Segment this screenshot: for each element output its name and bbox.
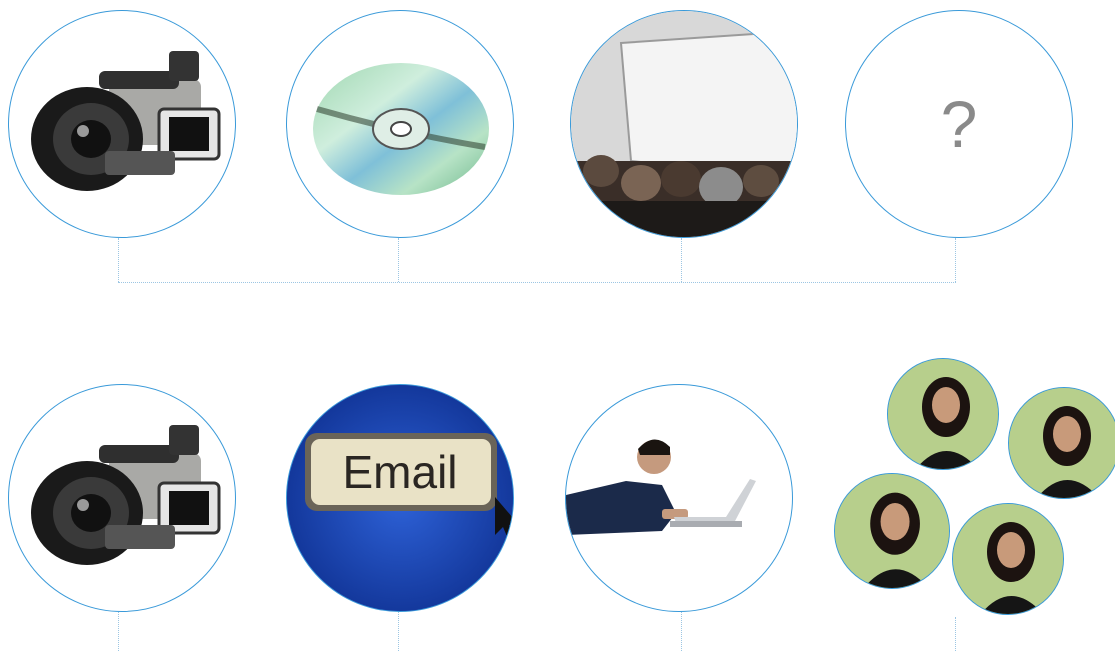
laptop-man-circle <box>565 384 793 612</box>
man-with-laptop-icon <box>566 439 756 535</box>
presentation-circle <box>570 10 798 238</box>
camcorder-circle-top <box>8 10 236 238</box>
dvd-circle <box>286 10 514 238</box>
question-circle: ? <box>845 10 1073 238</box>
question-mark-icon: ? <box>940 87 978 161</box>
audience-member-3 <box>834 473 950 589</box>
camcorder-circle-bottom <box>8 384 236 612</box>
email-label: Email <box>342 446 458 498</box>
email-circle: Email <box>286 384 514 612</box>
audience-women-icon <box>953 504 1063 614</box>
connector-top-2 <box>398 238 399 282</box>
audience-women-icon <box>888 359 998 469</box>
connector-bottom-2 <box>398 612 399 651</box>
audience-women-icon <box>835 474 949 588</box>
audience-women-icon <box>1009 388 1115 498</box>
connector-bottom-3 <box>681 612 682 651</box>
connector-bottom-1 <box>118 612 119 651</box>
audience-member-4 <box>952 503 1064 615</box>
audience-member-1 <box>887 358 999 470</box>
presentation-screen-icon <box>571 11 797 237</box>
camcorder-icon <box>31 425 221 565</box>
dvd-disc-icon <box>313 63 489 195</box>
audience-member-2 <box>1008 387 1115 499</box>
connector-top-4 <box>955 238 956 282</box>
connector-top-3 <box>681 238 682 282</box>
connector-top-bar <box>118 282 956 283</box>
connector-bottom-4 <box>955 617 956 651</box>
connector-top-1 <box>118 238 119 282</box>
camcorder-icon <box>31 51 221 191</box>
audience-group <box>834 357 1115 617</box>
